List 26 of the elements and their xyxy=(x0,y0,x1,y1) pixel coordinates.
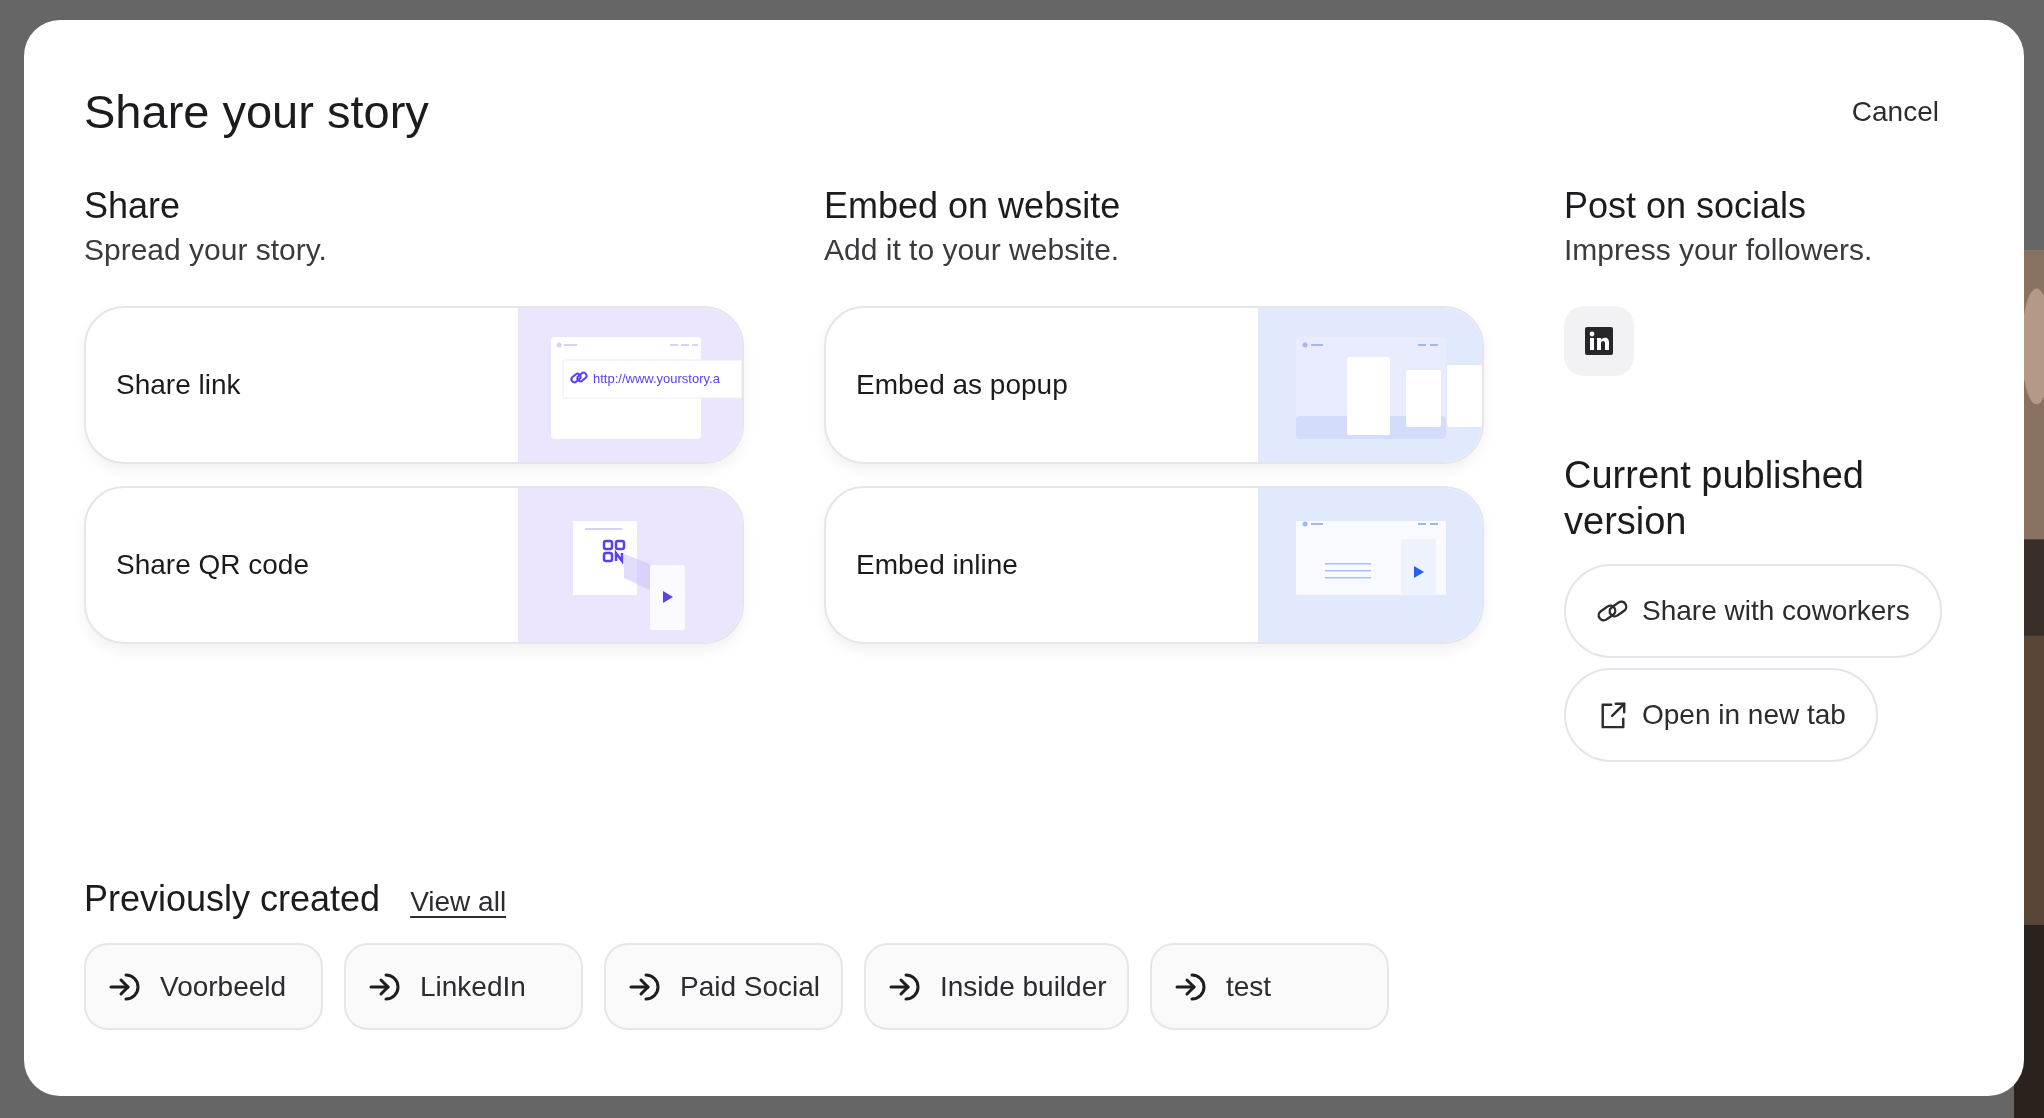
section-heading: Previously created xyxy=(84,877,381,921)
cancel-button[interactable]: Cancel xyxy=(1851,96,1939,128)
section-heading: Share xyxy=(84,184,182,228)
action-button[interactable]: Open in new tab xyxy=(1564,668,1878,762)
view-all-link[interactable]: View all xyxy=(410,886,507,918)
section-subtitle: Add it to your website. xyxy=(824,232,1121,268)
url-text: http://www.yourstory.a xyxy=(593,371,720,386)
linkedin-icon xyxy=(1585,327,1613,355)
section-subtitle: Spread your story. xyxy=(84,232,328,268)
section-heading: Embed on website xyxy=(824,184,1122,228)
section-subtitle: Impress your followers. xyxy=(1564,232,1874,268)
link-icon xyxy=(569,370,589,385)
story-chip[interactable]: Inside builder xyxy=(864,943,1129,1030)
story-chip[interactable]: test xyxy=(1150,943,1389,1030)
option-card[interactable]: Embed as popup xyxy=(824,306,1484,464)
social-button[interactable] xyxy=(1564,306,1634,376)
story-chip[interactable]: Paid Social xyxy=(604,943,843,1030)
action-button[interactable]: Share with coworkers xyxy=(1564,564,1942,658)
section-heading: Post on socials xyxy=(1564,184,1808,228)
dialog-title: Share your story xyxy=(84,84,429,140)
story-chip[interactable]: Voorbeeld xyxy=(84,943,323,1030)
option-card[interactable]: Embed inline xyxy=(824,486,1484,644)
story-chip[interactable]: LinkedIn xyxy=(344,943,583,1030)
option-card[interactable]: Share QR code xyxy=(84,486,744,644)
option-card[interactable]: Share link http://www.yourstory.a xyxy=(84,306,744,464)
section-heading: Current published version xyxy=(1564,453,1865,544)
